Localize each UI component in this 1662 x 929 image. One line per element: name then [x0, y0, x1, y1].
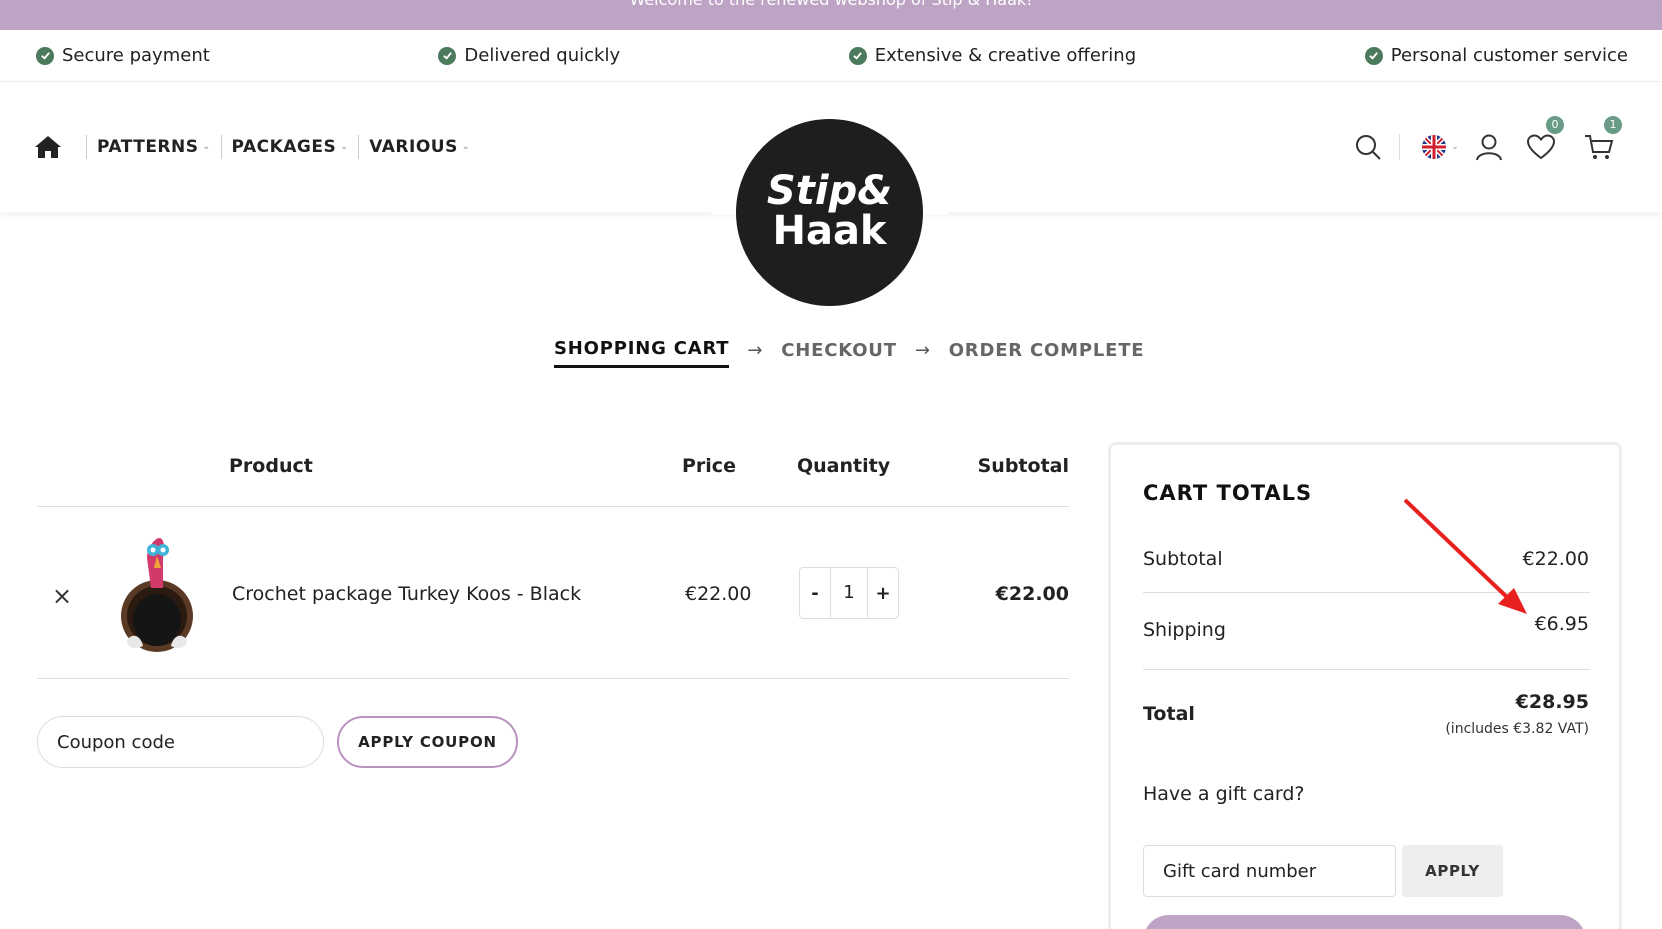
header-icons: ⌄ 0 1 [1351, 116, 1622, 164]
account-button[interactable] [1472, 130, 1506, 164]
remove-item-icon[interactable]: × [52, 582, 72, 610]
row-divider [37, 678, 1069, 679]
nav-divider [86, 135, 87, 159]
nav-item-label: PACKAGES [231, 137, 337, 157]
user-icon [1476, 134, 1502, 161]
search-button[interactable] [1351, 130, 1385, 164]
subtotal-label: Subtotal [1143, 548, 1223, 570]
shipping-label: Shipping [1143, 619, 1226, 641]
chevron-down-icon: ⌄ [202, 142, 211, 152]
nav-item-various[interactable]: VARIOUS ⌄ [369, 137, 470, 157]
product-subtotal: €22.00 [995, 583, 1069, 605]
wishlist-count-badge: 0 [1546, 116, 1564, 134]
col-header-product: Product [229, 455, 313, 477]
subtotal-value: €22.00 [1522, 548, 1589, 570]
usp-item: Extensive & creative offering [848, 45, 1137, 66]
announcement-bar: Welcome to the renewed webshop of Stip &… [0, 0, 1662, 30]
nav-divider [220, 135, 222, 159]
cart-icon [1585, 135, 1614, 159]
cart-totals-panel: CART TOTALS Subtotal €22.00 Shipping €6.… [1108, 442, 1622, 929]
check-circle-icon [438, 46, 457, 65]
total-label: Total [1143, 703, 1195, 725]
nav-item-label: VARIOUS [369, 137, 458, 157]
cart-totals-title: CART TOTALS [1143, 481, 1313, 505]
vat-note: (includes €3.82 VAT) [1445, 721, 1589, 737]
qty-decrease-button[interactable]: - [800, 583, 830, 604]
chevron-down-icon: ⌄ [1451, 142, 1459, 152]
step-arrow-icon: → [914, 339, 931, 361]
usp-item: Personal customer service [1364, 45, 1628, 66]
usp-item: Delivered quickly [438, 45, 620, 66]
step-arrow-icon: → [747, 339, 764, 361]
wishlist-button[interactable]: 0 [1524, 116, 1564, 164]
coupon-code-input[interactable] [37, 716, 324, 768]
product-price: €22.00 [685, 583, 752, 605]
usp-label: Delivered quickly [464, 45, 621, 66]
col-header-subtotal: Subtotal [977, 455, 1069, 477]
usp-label: Extensive & creative offering [874, 45, 1137, 66]
cart-count-badge: 1 [1604, 116, 1622, 134]
logo-text-line1: Stip& [766, 168, 893, 214]
nav-item-label: PATTERNS [97, 137, 199, 157]
product-thumbnail[interactable] [107, 528, 207, 656]
check-circle-icon [1364, 46, 1383, 65]
col-header-quantity: Quantity [797, 455, 891, 477]
check-circle-icon [848, 46, 867, 65]
icon-divider [1399, 134, 1400, 160]
step-shopping-cart[interactable]: SHOPPING CART [554, 338, 730, 368]
uk-flag-icon [1422, 135, 1447, 159]
language-switcher[interactable]: ⌄ [1418, 130, 1462, 164]
step-order-complete: ORDER COMPLETE [948, 339, 1145, 361]
cart-button[interactable]: 1 [1582, 116, 1622, 164]
usp-item: Secure payment [36, 45, 210, 66]
gift-card-input[interactable] [1143, 845, 1396, 897]
step-checkout[interactable]: CHECKOUT [781, 340, 897, 367]
totals-divider [1143, 592, 1590, 593]
totals-divider [1143, 669, 1590, 670]
chevron-down-icon: ⌄ [340, 142, 349, 152]
usp-label: Secure payment [62, 45, 210, 66]
home-icon[interactable] [34, 134, 62, 160]
check-circle-icon [36, 46, 54, 65]
col-header-price: Price [682, 455, 736, 477]
qty-increase-button[interactable]: + [868, 583, 898, 604]
chevron-down-icon: ⌄ [461, 142, 470, 152]
main-nav: PATTERNS ⌄ PACKAGES ⌄ VARIOUS ⌄ [34, 134, 470, 160]
nav-divider [358, 135, 360, 159]
nav-item-packages[interactable]: PACKAGES ⌄ [232, 137, 349, 157]
search-icon [1356, 135, 1381, 160]
total-value: €28.95 [1515, 691, 1589, 713]
apply-gift-card-button[interactable]: APPLY [1402, 845, 1503, 897]
header-divider [37, 506, 1069, 507]
apply-coupon-button[interactable]: APPLY COUPON [337, 716, 518, 768]
gift-card-label: Have a gift card? [1143, 783, 1305, 805]
qty-input[interactable]: 1 [830, 568, 868, 618]
heart-icon [1526, 134, 1556, 160]
proceed-to-checkout-button[interactable] [1143, 915, 1586, 929]
site-logo[interactable]: Stip& Haak [736, 119, 923, 306]
usp-label: Personal customer service [1390, 45, 1628, 66]
nav-item-patterns[interactable]: PATTERNS ⌄ [97, 137, 211, 157]
checkout-steps: SHOPPING CART → CHECKOUT → ORDER COMPLET… [554, 338, 1144, 368]
usp-bar: Secure payment Delivered quickly Extensi… [0, 30, 1662, 82]
quantity-stepper: - 1 + [799, 567, 899, 619]
announcement-text: Welcome to the renewed webshop of Stip &… [629, 0, 1032, 9]
logo-text-line2: Haak [772, 208, 887, 254]
product-name-link[interactable]: Crochet package Turkey Koos - Black [232, 583, 581, 605]
shipping-value: €6.95 [1534, 613, 1589, 635]
